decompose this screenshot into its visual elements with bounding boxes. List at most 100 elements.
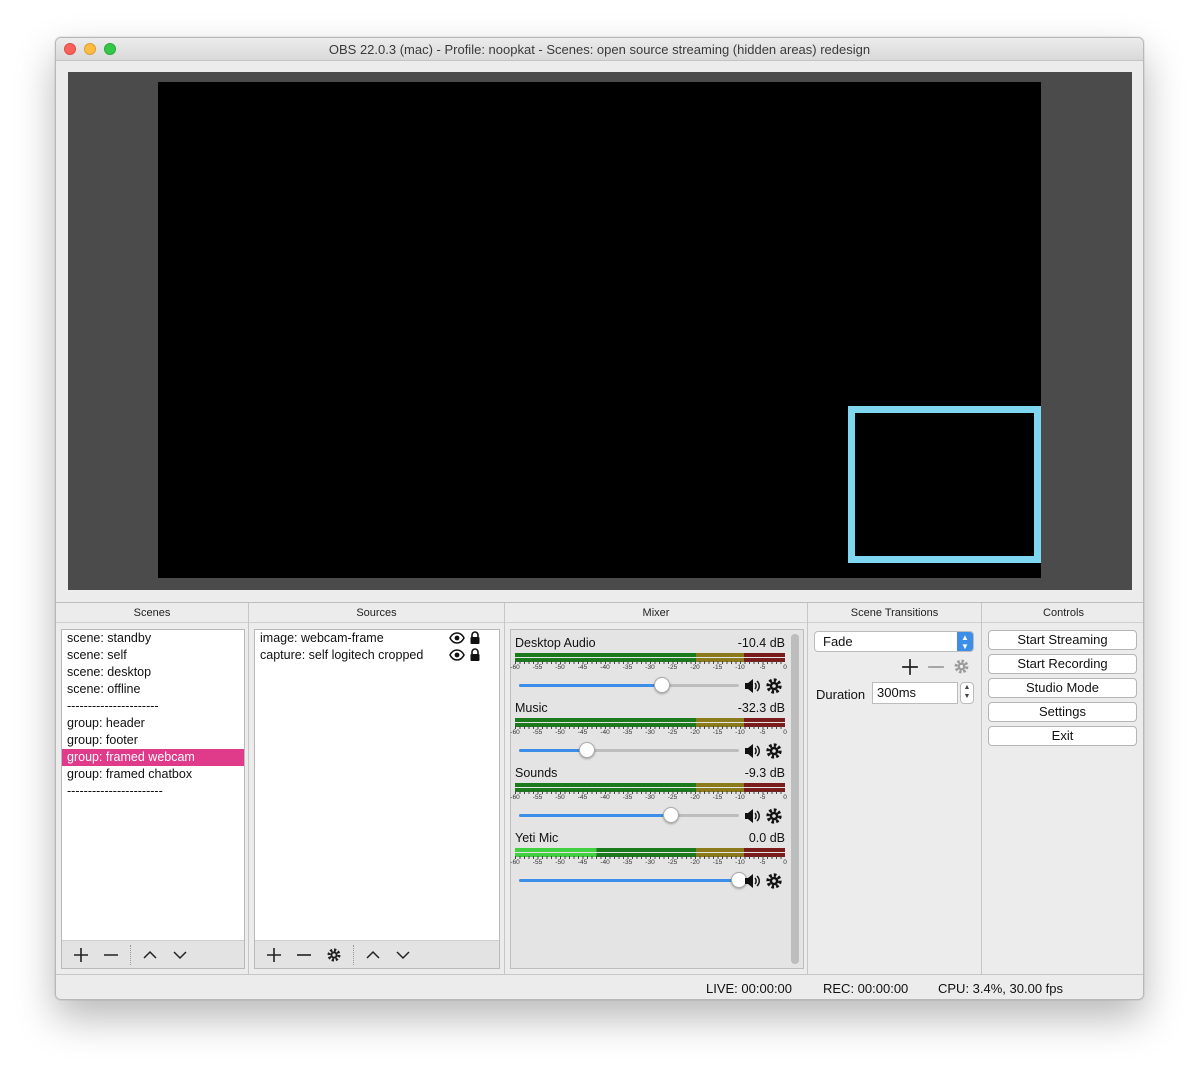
transition-properties-button[interactable] — [953, 655, 973, 679]
source-list-item[interactable]: image: webcam-frame — [255, 630, 499, 647]
start-recording-button[interactable]: Start Recording — [988, 654, 1137, 674]
duration-label: Duration — [816, 687, 866, 702]
meter-tick-label: -10 — [735, 664, 745, 671]
meter-tick-label: -40 — [600, 664, 610, 671]
scenes-dock: Scenes scene: standby scene: self scene: d… — [56, 603, 249, 975]
duration-input[interactable]: 300ms — [872, 682, 958, 704]
duration-stepper[interactable]: ▲ ▼ — [960, 682, 974, 704]
eye-icon[interactable] — [449, 648, 465, 662]
meter-tick-label: -35 — [622, 729, 633, 736]
move-source-up-button[interactable] — [358, 943, 388, 967]
meter-tick-label: 0 — [783, 859, 787, 866]
volume-slider[interactable] — [519, 807, 739, 823]
remove-transition-button[interactable] — [927, 655, 947, 679]
minimize-window-button[interactable] — [84, 43, 96, 55]
volume-slider[interactable] — [519, 872, 747, 888]
chevron-down-icon — [173, 950, 187, 959]
speaker-icon[interactable] — [743, 872, 761, 890]
meter-tick-label: -30 — [645, 729, 655, 736]
meter-tick-label: -30 — [645, 664, 655, 671]
scene-list-item[interactable]: group: footer — [62, 732, 244, 749]
meter-tick-label: -55 — [532, 794, 543, 801]
scene-list-item[interactable]: scene: self — [62, 647, 244, 664]
meter-tick-label: 0 — [783, 794, 787, 801]
speaker-icon[interactable] — [743, 807, 761, 825]
meter-tick-label: -60 — [510, 859, 520, 866]
add-scene-button[interactable] — [66, 943, 96, 967]
meter-tick-label: -35 — [622, 859, 633, 866]
preview-area[interactable] — [68, 72, 1132, 590]
meter-tick-label: -30 — [645, 859, 655, 866]
add-source-button[interactable] — [259, 943, 289, 967]
source-list-item[interactable]: capture: self logitech cropped — [255, 647, 499, 664]
meter-tick-label: -20 — [690, 729, 700, 736]
settings-button[interactable]: Settings — [988, 702, 1137, 722]
scene-list-item[interactable]: scene: desktop — [62, 664, 244, 681]
sources-dock: Sources image: webcam-frame capture: self… — [249, 603, 505, 975]
move-scene-up-button[interactable] — [135, 943, 165, 967]
volume-slider[interactable] — [519, 742, 739, 758]
title-bar: OBS 22.0.3 (mac) - Profile: noopkat - Sc… — [56, 38, 1143, 61]
volume-slider-knob[interactable] — [579, 742, 596, 758]
scene-list-item[interactable]: group: framed chatbox — [62, 766, 244, 783]
remove-scene-button[interactable] — [96, 943, 126, 967]
transition-select-value: Fade — [823, 634, 853, 649]
lock-icon[interactable] — [469, 648, 481, 662]
meter-tick-label: -10 — [735, 794, 745, 801]
meter-tick-label: 0 — [783, 664, 787, 671]
meter-tick-label: -20 — [690, 794, 700, 801]
move-scene-down-button[interactable] — [165, 943, 195, 967]
preview-canvas[interactable] — [158, 82, 1041, 578]
zoom-window-button[interactable] — [104, 43, 116, 55]
gear-icon[interactable] — [765, 742, 783, 760]
move-source-down-button[interactable] — [388, 943, 418, 967]
volume-slider[interactable] — [519, 677, 739, 693]
studio-mode-button[interactable]: Studio Mode — [988, 678, 1137, 698]
meter-tick-label: -20 — [690, 664, 700, 671]
remove-source-button[interactable] — [289, 943, 319, 967]
gear-icon[interactable] — [765, 872, 783, 890]
scene-transitions-dock: Scene Transitions Fade ▲ ▼ Duration 300ms… — [808, 603, 982, 975]
add-transition-button[interactable] — [901, 655, 921, 679]
source-properties-button[interactable] — [319, 943, 349, 967]
sources-list[interactable]: image: webcam-frame capture: self logitec… — [254, 629, 500, 969]
status-bar: LIVE: 00:00:00 REC: 00:00:00 CPU: 3.4%, … — [56, 974, 1143, 999]
scenes-list[interactable]: scene: standby scene: self scene: desktop s… — [61, 629, 245, 969]
docks: Scenes scene: standby scene: self scene: d… — [56, 602, 1143, 975]
scene-list-item[interactable]: scene: offline — [62, 681, 244, 698]
meter-tick-label: -35 — [622, 664, 633, 671]
gear-icon[interactable] — [765, 807, 783, 825]
meter-tick-label: -60 — [510, 794, 520, 801]
volume-slider-knob[interactable] — [654, 677, 670, 693]
speaker-icon[interactable] — [743, 677, 761, 695]
close-window-button[interactable] — [64, 43, 76, 55]
toolbar-separator — [353, 944, 354, 965]
gear-icon[interactable] — [765, 677, 783, 695]
meter-tick-label: -45 — [577, 729, 588, 736]
scene-list-item[interactable]: group: header — [62, 715, 244, 732]
live-status: LIVE: 00:00:00 — [706, 981, 793, 996]
scene-list-item[interactable]: ----------------------- — [62, 783, 244, 800]
speaker-icon[interactable] — [743, 742, 761, 760]
meter-tick-label: -30 — [645, 794, 655, 801]
chevron-down-icon — [396, 950, 410, 959]
mixer-dock: Mixer Desktop Audio -10.4 dB -60 -55 -50 -45-… — [505, 603, 808, 975]
start-streaming-button[interactable]: Start Streaming — [988, 630, 1137, 650]
eye-icon[interactable] — [449, 631, 465, 645]
meter-tick-label: -55 — [532, 664, 543, 671]
mixer-scrollbar[interactable] — [791, 634, 799, 964]
webcam-frame-source[interactable] — [848, 406, 1041, 563]
scene-list-item[interactable]: scene: standby — [62, 630, 244, 647]
mixer-panel: Desktop Audio -10.4 dB -60 -55 -50 -45 -40 -35-… — [510, 629, 804, 969]
meter-tick-label: -40 — [600, 859, 610, 866]
transition-select[interactable]: Fade ▲ ▼ — [814, 631, 974, 652]
exit-button[interactable]: Exit — [988, 726, 1137, 746]
meter-tick-label: -50 — [555, 664, 565, 671]
scene-list-item[interactable]: ---------------------- — [62, 698, 244, 715]
mixer-scrollbar-thumb[interactable] — [791, 634, 799, 964]
scene-list-item[interactable]: group: framed webcam — [62, 749, 244, 766]
lock-icon[interactable] — [469, 631, 481, 645]
minus-icon — [297, 953, 311, 956]
volume-slider-knob[interactable] — [662, 807, 679, 823]
meter-tick-label: -15 — [712, 794, 723, 801]
